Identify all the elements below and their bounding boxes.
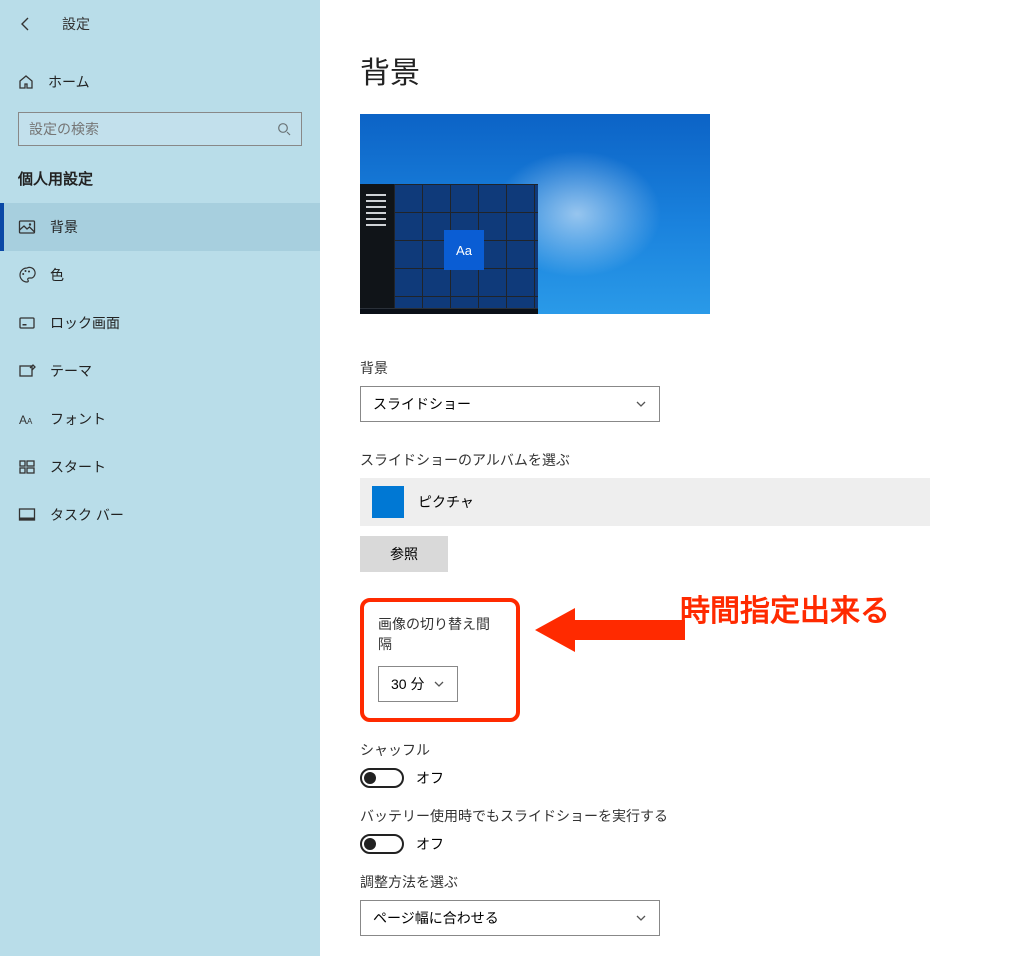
sidebar-item-start[interactable]: スタート xyxy=(0,443,320,491)
sidebar-item-label: スタート xyxy=(50,457,106,477)
search-box[interactable] xyxy=(18,112,302,146)
category-title: 個人用設定 xyxy=(0,168,320,189)
svg-text:A: A xyxy=(27,417,33,426)
battery-slideshow-toggle[interactable] xyxy=(360,834,404,854)
interval-value: 30 分 xyxy=(391,674,424,694)
battery-slideshow-label: バッテリー使用時でもスライドショーを実行する xyxy=(360,806,1024,826)
interval-label: 画像の切り替え間隔 xyxy=(378,614,498,654)
background-type-value: スライドショー xyxy=(373,394,471,414)
fit-label: 調整方法を選ぶ xyxy=(360,872,1024,892)
battery-slideshow-value: オフ xyxy=(416,834,444,854)
palette-icon xyxy=(18,266,36,284)
background-type-label: 背景 xyxy=(360,358,1024,378)
sidebar-item-colors[interactable]: 色 xyxy=(0,251,320,299)
album-label: スライドショーのアルバムを選ぶ xyxy=(360,450,1024,470)
taskbar-icon xyxy=(18,506,36,524)
arrow-left-icon xyxy=(18,16,34,32)
preview-sample-window: Aa xyxy=(360,184,538,314)
home-link[interactable]: ホーム xyxy=(0,62,320,102)
svg-text:A: A xyxy=(19,413,27,427)
album-folder-row[interactable]: ピクチャ xyxy=(360,478,930,526)
sidebar-item-background[interactable]: 背景 xyxy=(0,203,320,251)
home-icon xyxy=(18,74,34,90)
sidebar-item-label: 背景 xyxy=(50,217,78,237)
main-content: 背景 Aa 背景 スライドショー スライドショーのアルバムを選ぶ ピクチャ 参照… xyxy=(320,0,1024,956)
shuffle-label: シャッフル xyxy=(360,740,1024,760)
sidebar-item-label: フォント xyxy=(50,409,106,429)
picture-icon xyxy=(18,218,36,236)
shuffle-value: オフ xyxy=(416,768,444,788)
chevron-down-icon xyxy=(635,398,647,410)
chevron-down-icon xyxy=(433,678,445,690)
browse-button-label: 参照 xyxy=(390,544,418,564)
background-preview: Aa xyxy=(360,114,710,314)
sidebar-item-label: タスク バー xyxy=(50,505,124,525)
chevron-down-icon xyxy=(635,912,647,924)
font-icon: AA xyxy=(18,410,36,428)
interval-dropdown[interactable]: 30 分 xyxy=(378,666,458,702)
background-type-dropdown[interactable]: スライドショー xyxy=(360,386,660,422)
search-icon xyxy=(277,122,291,136)
titlebar: 設定 xyxy=(0,6,320,42)
page-title: 背景 xyxy=(360,48,1024,92)
sidebar-item-lockscreen[interactable]: ロック画面 xyxy=(0,299,320,347)
shuffle-toggle[interactable] xyxy=(360,768,404,788)
sidebar-item-label: ロック画面 xyxy=(50,313,120,333)
search-input[interactable] xyxy=(29,121,277,137)
window-title: 設定 xyxy=(62,14,90,34)
sidebar: 設定 ホーム 個人用設定 背景 色 ロック画面 テーマ xyxy=(0,0,320,956)
preview-accent-tile: Aa xyxy=(444,230,484,270)
lockscreen-icon xyxy=(18,314,36,332)
browse-button[interactable]: 参照 xyxy=(360,536,448,572)
sidebar-item-label: テーマ xyxy=(50,361,92,381)
start-icon xyxy=(18,458,36,476)
album-folder-name: ピクチャ xyxy=(418,492,474,512)
back-button[interactable] xyxy=(14,12,38,36)
sidebar-item-label: 色 xyxy=(50,265,64,285)
home-label: ホーム xyxy=(48,72,90,92)
sidebar-item-themes[interactable]: テーマ xyxy=(0,347,320,395)
interval-highlight: 画像の切り替え間隔 30 分 xyxy=(360,598,520,722)
fit-dropdown[interactable]: ページ幅に合わせる xyxy=(360,900,660,936)
fit-value: ページ幅に合わせる xyxy=(373,908,499,928)
theme-icon xyxy=(18,362,36,380)
folder-color-swatch xyxy=(372,486,404,518)
sidebar-item-taskbar[interactable]: タスク バー xyxy=(0,491,320,539)
sidebar-item-fonts[interactable]: AA フォント xyxy=(0,395,320,443)
